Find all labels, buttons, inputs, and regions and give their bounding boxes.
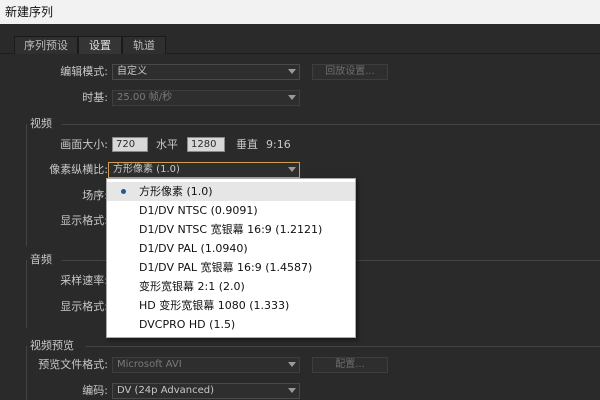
- chevron-down-icon: [288, 362, 296, 367]
- window-title: 新建序列: [5, 5, 54, 19]
- timebase-value: 25.00 帧/秒: [117, 92, 173, 103]
- preview-file-format-label: 预览文件格式:: [38, 358, 108, 371]
- timebase-select[interactable]: 25.00 帧/秒: [112, 90, 300, 106]
- divider: [26, 260, 27, 328]
- menu-item[interactable]: D1/DV NTSC 宽银幕 16:9 (1.2121): [107, 220, 355, 239]
- horizontal-label: 水平: [156, 138, 178, 151]
- menu-item-label: D1/DV NTSC (0.9091): [139, 204, 258, 217]
- menu-item-label: D1/DV PAL 宽银幕 16:9 (1.4587): [139, 261, 313, 274]
- edit-mode-label: 编辑模式:: [60, 65, 108, 78]
- menu-item[interactable]: DVCPRO HD (1.5): [107, 315, 355, 334]
- window-title-bar: 新建序列: [0, 0, 600, 24]
- pixel-aspect-select[interactable]: 方形像素 (1.0): [108, 162, 300, 178]
- pixel-aspect-label: 像素纵横比:: [49, 163, 108, 176]
- frame-width-input[interactable]: 720: [112, 137, 148, 152]
- menu-item-label: HD 变形宽银幕 1080 (1.333): [139, 299, 290, 312]
- timebase-label: 时基:: [82, 91, 108, 104]
- menu-item-label: 方形像素 (1.0): [139, 185, 213, 198]
- chevron-down-icon: [288, 167, 296, 172]
- chevron-down-icon: [288, 69, 296, 74]
- menu-item-label: D1/DV NTSC 宽银幕 16:9 (1.2121): [139, 223, 323, 236]
- edit-mode-value: 自定义: [117, 66, 147, 77]
- audio-display-format-label: 显示格式:: [60, 300, 108, 313]
- video-preview-section-title: 视频预览: [30, 339, 74, 352]
- tab-bar: 序列预设 设置 轨道: [0, 24, 600, 54]
- pixel-aspect-value: 方形像素 (1.0): [113, 164, 180, 175]
- vertical-label: 垂直: [236, 138, 258, 151]
- field-order-label: 场序:: [82, 189, 108, 202]
- playback-settings-button[interactable]: 回放设置...: [312, 64, 388, 80]
- chevron-down-icon: [288, 388, 296, 393]
- pixel-aspect-dropdown-menu: 方形像素 (1.0) D1/DV NTSC (0.9091) D1/DV NTS…: [106, 178, 356, 338]
- tab-tracks[interactable]: 轨道: [122, 36, 166, 54]
- edit-mode-select[interactable]: 自定义: [112, 64, 300, 80]
- preview-file-format-select[interactable]: Microsoft AVI: [112, 357, 300, 373]
- codec-select[interactable]: DV (24p Advanced): [112, 383, 300, 399]
- video-display-format-label: 显示格式:: [60, 214, 108, 227]
- tab-sequence-presets[interactable]: 序列预设: [14, 36, 78, 54]
- preview-file-format-value: Microsoft AVI: [117, 359, 182, 370]
- configure-button[interactable]: 配置...: [312, 357, 388, 373]
- divider: [62, 124, 600, 125]
- tab-settings[interactable]: 设置: [78, 36, 122, 54]
- menu-item[interactable]: D1/DV NTSC (0.9091): [107, 201, 355, 220]
- codec-label: 编码:: [82, 384, 108, 397]
- sample-rate-label: 采样速率:: [60, 274, 108, 287]
- menu-item[interactable]: 方形像素 (1.0): [107, 182, 355, 201]
- codec-value: DV (24p Advanced): [117, 385, 214, 396]
- menu-item[interactable]: 变形宽银幕 2:1 (2.0): [107, 277, 355, 296]
- menu-item-label: 变形宽银幕 2:1 (2.0): [139, 280, 245, 293]
- menu-item[interactable]: HD 变形宽银幕 1080 (1.333): [107, 296, 355, 315]
- menu-item-label: D1/DV PAL (1.0940): [139, 242, 248, 255]
- aspect-ratio-value: 9:16: [266, 138, 291, 151]
- selected-dot-icon: [121, 189, 126, 194]
- menu-item-label: DVCPRO HD (1.5): [139, 318, 236, 331]
- menu-item[interactable]: D1/DV PAL (1.0940): [107, 239, 355, 258]
- divider: [86, 346, 600, 347]
- menu-item[interactable]: D1/DV PAL 宽银幕 16:9 (1.4587): [107, 258, 355, 277]
- chevron-down-icon: [288, 95, 296, 100]
- frame-height-input[interactable]: 1280: [187, 137, 225, 152]
- frame-size-label: 画面大小:: [60, 138, 108, 151]
